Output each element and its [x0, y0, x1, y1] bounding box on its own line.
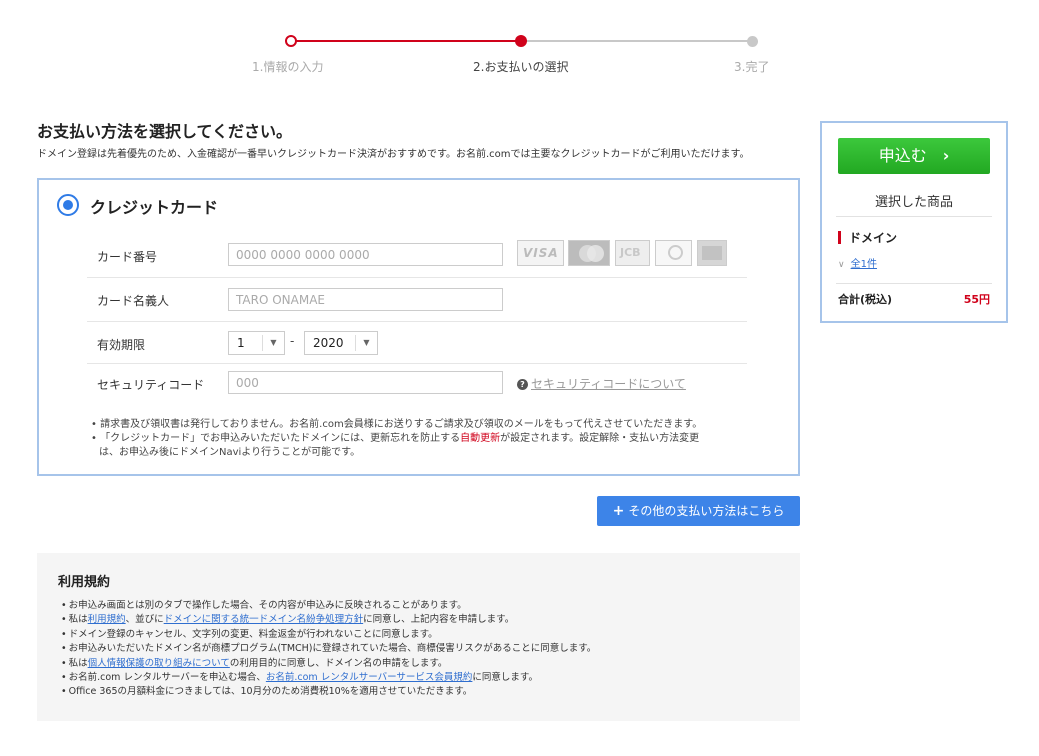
progress-stepper: 1.情報の入力 2.お支払いの選択 3.完了 [250, 34, 780, 74]
terms-text: に同意します。 [472, 672, 538, 684]
security-code-label: セキュリティコード [97, 378, 205, 392]
step-3-label: 3.完了 [734, 60, 770, 74]
other-payment-label: その他の支払い方法はこちら [628, 504, 785, 518]
udrp-link[interactable]: ドメインに関する統一ドメイン名紛争処理方針 [164, 614, 364, 625]
expiry-row: 有効期限 1 ▼ - 2020 ▼ [87, 322, 747, 364]
terms-text: に同意し、上記内容を申請します。 [363, 614, 515, 626]
card-number-label: カード番号 [97, 250, 158, 264]
chevron-down-icon: ▼ [355, 335, 377, 351]
apply-button-label: 申込む [878, 146, 927, 165]
order-summary: 申込む › 選択した商品 ドメイン ∨ 全1件 合計(税込) 55円 [820, 121, 1008, 323]
terms-of-use-link[interactable]: 利用規約 [88, 614, 126, 625]
note-text: が設定されます。設定解除・支払い方法変更 [500, 433, 700, 444]
note-line: • 「クレジットカード」でお申込みいただいたドメインには、更新忘れを防止する自動… [91, 432, 741, 446]
domain-marker [838, 231, 841, 244]
selected-products-title: 選択した商品 [874, 195, 953, 210]
terms-text: 、並びに [125, 614, 164, 626]
credit-card-radio[interactable] [57, 194, 79, 216]
note-line: • 請求書及び領収書は発行しておりません。お名前.com会員様にお送りするご請求… [91, 419, 703, 430]
expiry-label: 有効期限 [97, 338, 146, 352]
question-icon: ? [517, 379, 528, 390]
visa-logo-text: VISA [523, 246, 559, 260]
note-text: • 「クレジットカード」でお申込みいただいたドメインには、更新忘れを防止する [91, 433, 461, 444]
domain-all-link[interactable]: 全1件 [851, 259, 877, 270]
security-code-row: セキュリティコード 000 ? セキュリティコードについて [87, 364, 747, 404]
chevron-right-icon: › [942, 146, 950, 165]
terms-text: 私は [68, 657, 88, 669]
note-line: は、お申込み後にドメインNaviより行うことが可能です。 [99, 447, 361, 458]
visa-logo-icon: VISA [517, 240, 564, 266]
card-holder-input[interactable]: TARO ONAMAE [228, 288, 503, 311]
terms-item: お申込みいただいたドメイン名が商標プログラム(TMCH)に登録されていた場合、商… [61, 642, 597, 656]
security-code-input[interactable]: 000 [228, 371, 503, 394]
jcb-logo-text: JCB [620, 246, 641, 259]
expiry-separator: - [290, 334, 295, 348]
card-number-input[interactable]: 0000 0000 0000 0000 [228, 243, 503, 266]
page-title: お支払い方法を選択してください。 [37, 122, 293, 141]
auto-renew-text: 自動更新 [460, 433, 501, 444]
expiry-month-select[interactable]: 1 ▼ [228, 331, 285, 355]
rental-server-terms-link[interactable]: お名前.com レンタルサーバーサービス会員規約 [266, 672, 473, 683]
total-label: 合計(税込) [838, 293, 893, 306]
amex-logo-icon [697, 240, 727, 266]
expiry-year-select[interactable]: 2020 ▼ [304, 331, 378, 355]
other-payment-button[interactable]: + その他の支払い方法はこちら [597, 496, 800, 526]
terms-text: お名前.com レンタルサーバーを申込む場合、 [68, 672, 266, 684]
apply-button[interactable]: 申込む › [838, 138, 990, 174]
credit-card-panel: クレジットカード カード番号 0000 0000 0000 0000 VISA … [37, 178, 800, 476]
card-number-row: カード番号 0000 0000 0000 0000 VISA JCB [87, 236, 747, 278]
credit-card-title[interactable]: クレジットカード [90, 194, 218, 218]
plus-icon: + [612, 503, 625, 519]
mastercard-logo-icon [568, 240, 610, 266]
jcb-logo-icon: JCB [615, 240, 650, 266]
stepper-line-done [291, 40, 521, 42]
expiry-year-value: 2020 [313, 336, 344, 350]
step-2-label: 2.お支払いの選択 [473, 60, 569, 74]
terms-item: お名前.com レンタルサーバーを申込む場合、お名前.com レンタルサーバーサ… [61, 671, 596, 685]
terms-item: ドメイン登録のキャンセル、文字列の変更、料金返金が行われないことに同意します。 [61, 628, 596, 642]
divider [836, 283, 992, 284]
page-description: ドメイン登録は先着優先のため、入金確認が一番早いクレジットカード決済がおすすめで… [37, 149, 750, 160]
terms-item: 私は利用規約、並びにドメインに関する統一ドメイン名紛争処理方針に同意し、上記内容… [61, 613, 596, 627]
terms-text: の利用目的に同意し、ドメイン名の申請をします。 [229, 657, 448, 669]
stepper-line-todo [521, 40, 753, 42]
step-1-label: 1.情報の入力 [252, 60, 324, 74]
terms-item: 私は個人情報保護の取り組みについての利用目的に同意し、ドメイン名の申請をします。 [61, 657, 596, 671]
payment-notes: • 請求書及び領収書は発行しておりません。お名前.com会員様にお送りするご請求… [91, 418, 741, 460]
card-holder-label: カード名義人 [97, 294, 170, 308]
card-holder-row: カード名義人 TARO ONAMAE [87, 278, 747, 322]
terms-text: 私は [68, 614, 88, 626]
total-value: 55円 [963, 293, 990, 306]
terms-item: Office 365の月額料金につきましては、10月分のため消費税10%を適用さ… [61, 685, 596, 699]
domain-expand-toggle[interactable]: ∨ 全1件 [838, 255, 877, 270]
chevron-down-icon: ▼ [262, 335, 284, 351]
chevron-down-icon: ∨ [838, 260, 845, 270]
step-3-dot [747, 36, 758, 47]
terms-list: お申込み画面とは別のタブで操作した場合、その内容が申込みに反映されることがありま… [61, 599, 597, 700]
step-2-dot [515, 35, 527, 47]
divider [836, 216, 992, 217]
expiry-month-value: 1 [237, 336, 245, 350]
step-1-dot [285, 35, 297, 47]
security-code-help-text[interactable]: セキュリティコードについて [531, 377, 686, 391]
diners-logo-icon [655, 240, 692, 266]
domain-label: ドメイン [849, 231, 898, 245]
terms-section: 利用規約 お申込み画面とは別のタブで操作した場合、その内容が申込みに反映されるこ… [37, 553, 800, 721]
security-code-help-link[interactable]: ? セキュリティコードについて [517, 375, 686, 392]
terms-item: お申込み画面とは別のタブで操作した場合、その内容が申込みに反映されることがありま… [61, 599, 596, 613]
terms-title: 利用規約 [58, 575, 111, 590]
privacy-policy-link[interactable]: 個人情報保護の取り組みについて [88, 658, 230, 669]
